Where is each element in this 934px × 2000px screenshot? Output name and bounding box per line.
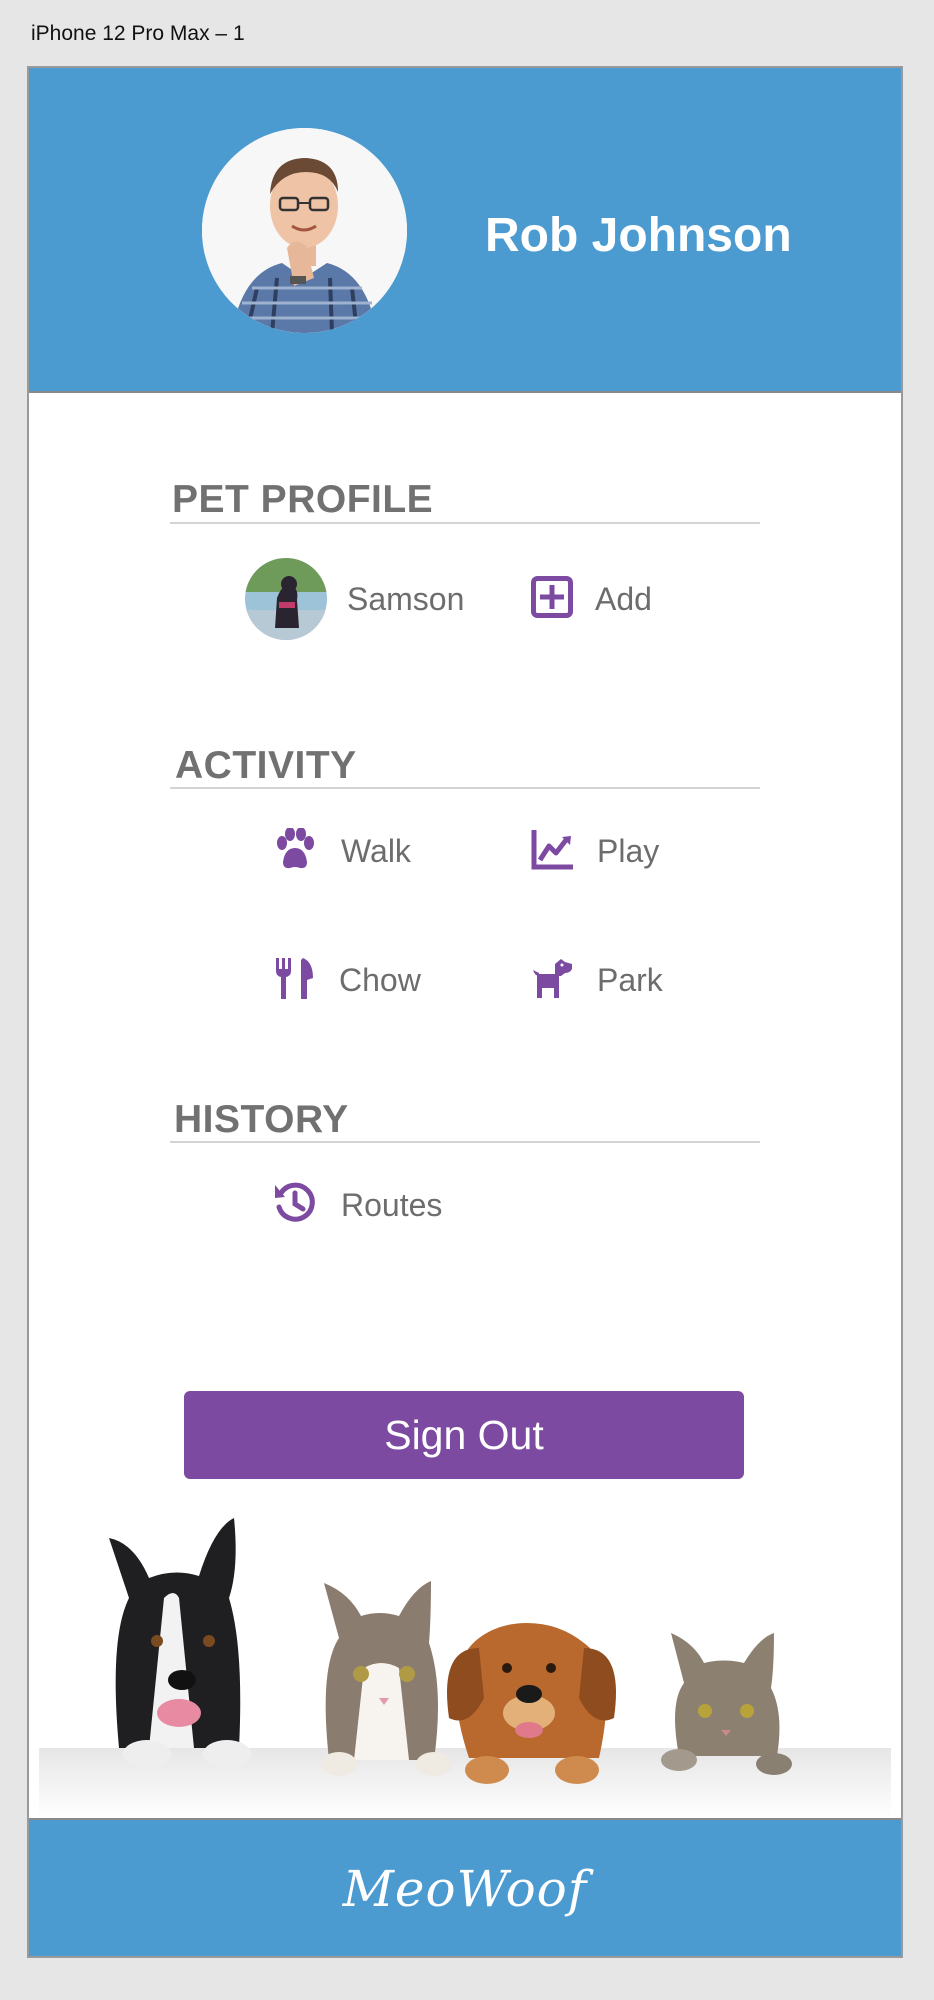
activity-chow[interactable]: Chow bbox=[273, 956, 421, 1005]
pet-name: Samson bbox=[347, 580, 465, 617]
utensils-icon bbox=[273, 956, 315, 1005]
activity-park[interactable]: Park bbox=[531, 956, 663, 1005]
app-screen: Rob Johnson PET PROFILE Samson Add ACTIV… bbox=[27, 66, 903, 1958]
activity-label: Park bbox=[597, 962, 663, 998]
chart-line-icon bbox=[531, 828, 575, 875]
activity-play[interactable]: Play bbox=[531, 828, 659, 875]
app-footer: MeoWoof bbox=[29, 1818, 901, 1956]
profile-header: Rob Johnson bbox=[29, 68, 901, 393]
activity-label: Chow bbox=[339, 962, 421, 998]
plus-square-icon bbox=[531, 576, 573, 623]
divider bbox=[170, 1141, 760, 1143]
brand-logo-text: MeoWoof bbox=[342, 1860, 588, 1918]
divider bbox=[170, 787, 760, 789]
pet-item-samson[interactable]: Samson bbox=[245, 558, 464, 640]
activity-label: Walk bbox=[341, 833, 411, 869]
add-pet-button[interactable]: Add bbox=[531, 576, 652, 623]
paw-icon bbox=[273, 827, 317, 875]
add-label: Add bbox=[595, 581, 652, 617]
avatar[interactable] bbox=[202, 128, 407, 333]
activity-walk[interactable]: Walk bbox=[273, 827, 411, 875]
dog-icon bbox=[531, 956, 575, 1005]
history-label: Routes bbox=[341, 1187, 443, 1223]
sign-out-button[interactable]: Sign Out bbox=[184, 1391, 744, 1479]
pets-banner-image bbox=[39, 1498, 891, 1866]
divider bbox=[170, 522, 760, 524]
artboard-label: iPhone 12 Pro Max – 1 bbox=[31, 22, 245, 45]
activity-label: Play bbox=[597, 833, 660, 869]
section-title-history: HISTORY bbox=[174, 1098, 349, 1141]
section-title-pet-profile: PET PROFILE bbox=[172, 478, 434, 521]
user-name: Rob Johnson bbox=[485, 209, 792, 262]
pet-avatar bbox=[245, 558, 327, 640]
history-icon bbox=[273, 1181, 317, 1230]
section-title-activity: ACTIVITY bbox=[175, 744, 357, 787]
history-routes[interactable]: Routes bbox=[273, 1181, 442, 1230]
